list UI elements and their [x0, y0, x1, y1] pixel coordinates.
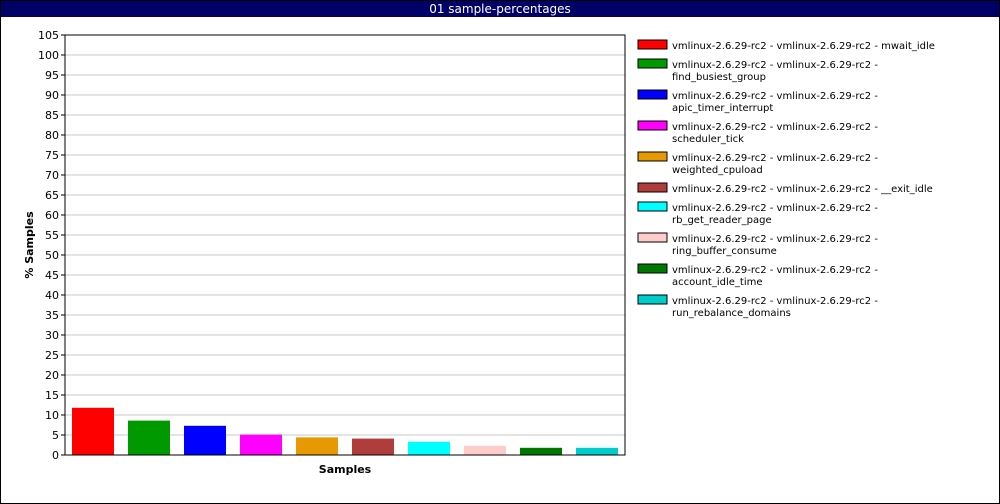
legend-label: apic_timer_interrupt [672, 103, 773, 114]
legend-label: ring_buffer_consume [672, 246, 777, 257]
bar-chart: 0 5 10 15 20 25 30 35 40 45 50 55 60 65 70 75 80 85 90 95 10… [23, 29, 935, 476]
y-axis-label: % Samples [23, 211, 36, 279]
y-tick-label: 10 [45, 409, 59, 422]
y-tick-label: 50 [45, 249, 59, 262]
bar [576, 447, 618, 455]
legend-label: account_idle_time [672, 277, 763, 288]
legend-label: vmlinux-2.6.29-rc2 - vmlinux-2.6.29-rc2 … [672, 203, 878, 214]
x-axis-label: Samples [319, 463, 372, 476]
y-tick-label: 5 [52, 429, 59, 442]
y-tick-label: 25 [45, 349, 59, 362]
y-axis-ticks: 0 5 10 15 20 25 30 35 40 45 50 55 60 65 70 75 80 85 90 95 10… [38, 29, 65, 462]
legend-swatch [637, 151, 668, 162]
legend-swatch [637, 182, 668, 193]
bar [408, 441, 450, 455]
y-tick-label: 80 [45, 129, 59, 142]
legend-label: run_rebalance_domains [672, 308, 791, 319]
y-tick-label: 100 [38, 49, 59, 62]
y-tick-label: 40 [45, 289, 59, 302]
legend-label: scheduler_tick [672, 134, 744, 145]
legend-label: weighted_cpuload [672, 165, 763, 176]
legend-label: vmlinux-2.6.29-rc2 - vmlinux-2.6.29-rc2 … [672, 41, 935, 52]
bar [72, 407, 114, 455]
y-tick-label: 0 [52, 449, 59, 462]
legend-swatch [637, 39, 668, 50]
bar [352, 438, 394, 455]
y-tick-label: 60 [45, 209, 59, 222]
plot-area-border [64, 34, 626, 456]
y-tick-label: 20 [45, 369, 59, 382]
legend-label: vmlinux-2.6.29-rc2 - vmlinux-2.6.29-rc2 … [672, 153, 878, 164]
legend-label: vmlinux-2.6.29-rc2 - vmlinux-2.6.29-rc2 … [672, 234, 878, 245]
bar [464, 445, 506, 455]
y-tick-label: 105 [38, 29, 59, 42]
gridlines [65, 54, 625, 436]
legend-swatch [637, 120, 668, 131]
legend: vmlinux-2.6.29-rc2 - vmlinux-2.6.29-rc2 … [637, 39, 935, 319]
y-tick-label: 95 [45, 69, 59, 82]
bar [184, 425, 226, 455]
bar [128, 420, 170, 455]
bar [240, 434, 282, 455]
bar [520, 447, 562, 455]
y-tick-label: 85 [45, 109, 59, 122]
legend-swatch [637, 294, 668, 305]
bar [296, 437, 338, 455]
y-tick-label: 65 [45, 189, 59, 202]
legend-swatch [637, 232, 668, 243]
y-tick-label: 90 [45, 89, 59, 102]
legend-label: vmlinux-2.6.29-rc2 - vmlinux-2.6.29-rc2 … [672, 122, 878, 133]
y-tick-label: 30 [45, 329, 59, 342]
legend-label: vmlinux-2.6.29-rc2 - vmlinux-2.6.29-rc2 … [672, 296, 878, 307]
legend-label: vmlinux-2.6.29-rc2 - vmlinux-2.6.29-rc2 … [672, 60, 878, 71]
legend-label: find_busiest_group [672, 72, 766, 83]
legend-label: vmlinux-2.6.29-rc2 - vmlinux-2.6.29-rc2 … [672, 184, 933, 195]
y-tick-label: 15 [45, 389, 59, 402]
legend-label: rb_get_reader_page [672, 215, 772, 226]
y-tick-label: 70 [45, 169, 59, 182]
y-tick-label: 35 [45, 309, 59, 322]
legend-swatch [637, 89, 668, 100]
legend-swatch [637, 58, 668, 69]
legend-label: vmlinux-2.6.29-rc2 - vmlinux-2.6.29-rc2 … [672, 91, 878, 102]
y-tick-label: 55 [45, 229, 59, 242]
y-tick-label: 45 [45, 269, 59, 282]
legend-swatch [637, 263, 668, 274]
legend-swatch [637, 201, 668, 212]
legend-label: vmlinux-2.6.29-rc2 - vmlinux-2.6.29-rc2 … [672, 265, 878, 276]
y-tick-label: 75 [45, 149, 59, 162]
